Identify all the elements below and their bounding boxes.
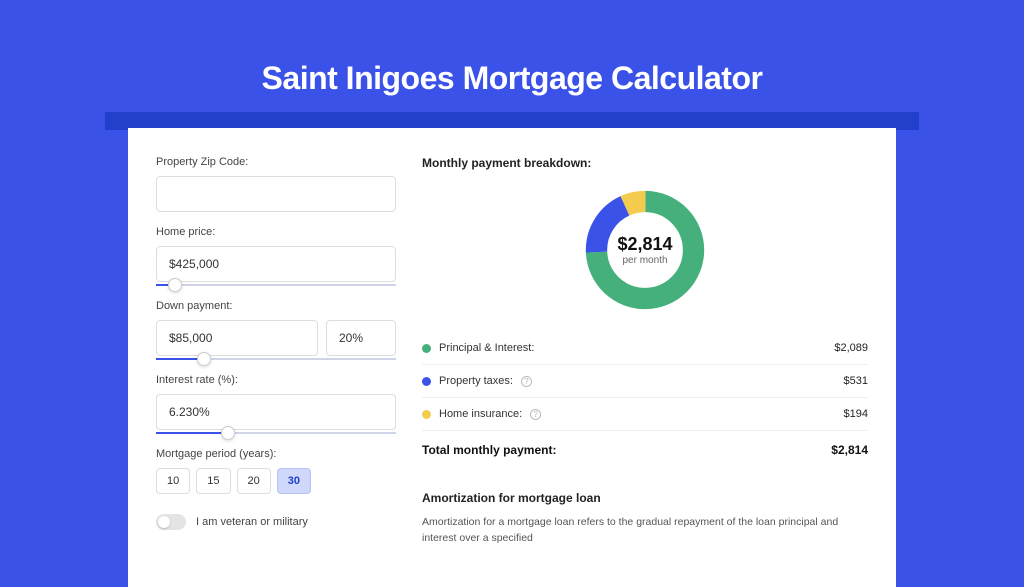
down-payment-slider-thumb[interactable] [197,352,211,366]
legend-principal-label: Principal & Interest: [439,342,534,354]
calculator-card: Property Zip Code: Home price: Down paym… [128,128,896,587]
breakdown-column: Monthly payment breakdown: $2,814 per mo… [422,156,868,547]
down-payment-slider[interactable] [156,358,396,360]
amortization-text: Amortization for a mortgage loan refers … [422,515,868,547]
interest-slider-thumb[interactable] [221,426,235,440]
period-group: Mortgage period (years): 10 15 20 30 [156,448,396,494]
period-option-15[interactable]: 15 [196,468,230,494]
interest-input[interactable] [156,394,396,430]
legend-insurance-value: $194 [844,408,868,420]
interest-label: Interest rate (%): [156,374,396,386]
inputs-column: Property Zip Code: Home price: Down paym… [156,156,396,547]
home-price-slider-thumb[interactable] [168,278,182,292]
info-icon[interactable]: ? [521,376,532,387]
legend-taxes-value: $531 [844,375,868,387]
home-price-label: Home price: [156,226,396,238]
home-price-slider[interactable] [156,284,396,286]
legend-insurance: Home insurance: ? $194 [422,398,868,431]
info-icon[interactable]: ? [530,409,541,420]
amortization-title: Amortization for mortgage loan [422,491,868,505]
legend-taxes-label: Property taxes: [439,375,513,387]
down-payment-input[interactable] [156,320,318,356]
legend-principal-value: $2,089 [834,342,868,354]
donut-wrap: $2,814 per month [422,186,868,314]
legend-taxes: Property taxes: ? $531 [422,365,868,398]
period-option-20[interactable]: 20 [237,468,271,494]
zip-group: Property Zip Code: [156,156,396,212]
down-payment-label: Down payment: [156,300,396,312]
down-payment-group: Down payment: [156,300,396,360]
period-label: Mortgage period (years): [156,448,396,460]
period-option-10[interactable]: 10 [156,468,190,494]
veteran-label: I am veteran or military [196,516,308,528]
home-price-group: Home price: [156,226,396,286]
down-payment-pct-input[interactable] [326,320,396,356]
donut-chart: $2,814 per month [581,186,709,314]
period-options: 10 15 20 30 [156,468,396,494]
interest-group: Interest rate (%): [156,374,396,434]
interest-slider[interactable] [156,432,396,434]
zip-input[interactable] [156,176,396,212]
dot-taxes-icon [422,377,431,386]
total-value: $2,814 [831,443,868,457]
veteran-row: I am veteran or military [156,514,396,530]
breakdown-title: Monthly payment breakdown: [422,156,868,170]
donut-amount: $2,814 [617,234,672,255]
total-label: Total monthly payment: [422,443,556,457]
donut-sub: per month [617,255,672,266]
total-row: Total monthly payment: $2,814 [422,431,868,463]
legend-insurance-label: Home insurance: [439,408,522,420]
donut-center: $2,814 per month [617,234,672,266]
legend-principal: Principal & Interest: $2,089 [422,332,868,365]
interest-slider-fill [156,432,228,434]
dot-principal-icon [422,344,431,353]
home-price-input[interactable] [156,246,396,282]
zip-label: Property Zip Code: [156,156,396,168]
page-title: Saint Inigoes Mortgage Calculator [0,0,1024,97]
dot-insurance-icon [422,410,431,419]
veteran-toggle[interactable] [156,514,186,530]
period-option-30[interactable]: 30 [277,468,311,494]
